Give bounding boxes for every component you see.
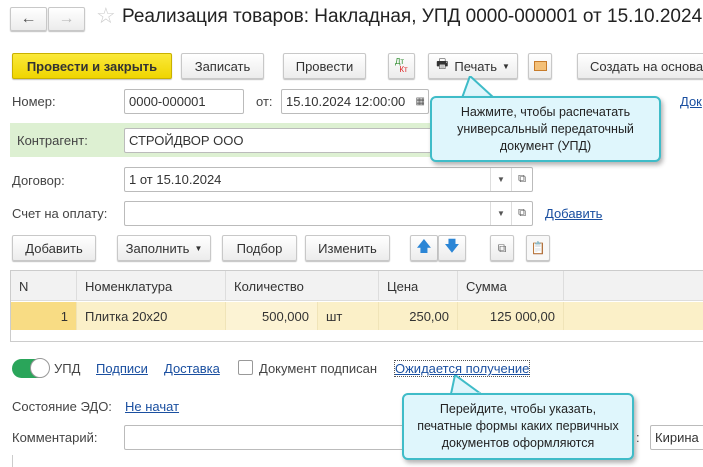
date-value: 15.10.2024 12:00:00 (286, 94, 406, 109)
column-header-sum[interactable]: Сумма (458, 271, 564, 301)
save-button[interactable]: Записать (181, 53, 264, 79)
printer-icon: 🖶 (436, 56, 449, 71)
responsible-field[interactable]: Кирина (650, 425, 703, 450)
table-row[interactable]: 1 Плитка 20x20 500,000 шт 250,00 125 000… (11, 302, 703, 330)
copy-icon: ⧉ (497, 240, 507, 255)
awaiting-tooltip-text: Перейдите, чтобы указать, печатные формы… (417, 402, 619, 450)
cell-unit: шт (318, 302, 379, 330)
edo-status-label: Состояние ЭДО: (12, 399, 112, 414)
column-header-price[interactable]: Цена (379, 271, 458, 301)
number-label: Номер: (12, 94, 56, 109)
copy-button[interactable]: ⧉ (490, 235, 514, 261)
arrow-left-icon: ← (20, 10, 37, 27)
dropdown-arrow-icon[interactable]: ▼ (490, 202, 511, 225)
cell-n: 1 (11, 302, 77, 330)
column-header-item[interactable]: Номенклатура (77, 271, 226, 301)
contract-value: 1 от 15.10.2024 (129, 172, 222, 187)
move-up-button[interactable]: 🡅 (410, 235, 438, 261)
email-button[interactable] (528, 53, 552, 79)
contract-field[interactable]: 1 от 15.10.2024 ▼ ⧉ (124, 167, 533, 192)
favorite-star-icon[interactable]: ☆ (96, 3, 116, 29)
print-tooltip: Нажмите, чтобы распечатать универсальный… (430, 96, 661, 162)
calendar-icon[interactable]: ▦ (416, 96, 425, 107)
edit-button[interactable]: Изменить (305, 235, 390, 261)
dropdown-arrow-icon[interactable]: ▼ (490, 168, 511, 191)
comment-field[interactable] (124, 425, 424, 450)
tooltip-pointer (449, 375, 485, 395)
fill-button[interactable]: Заполнить ▼ (117, 235, 211, 261)
signed-checkbox[interactable] (238, 360, 253, 375)
counterparty-field[interactable]: СТРОЙДВОР ООО (124, 128, 444, 153)
pick-button[interactable]: Подбор (222, 235, 297, 261)
open-icon[interactable]: ⧉ (511, 202, 532, 225)
date-label: от: (256, 94, 273, 109)
column-header-quantity[interactable]: Количество (226, 271, 379, 301)
arrow-down-icon: 🡇 (444, 237, 460, 255)
paste-button[interactable]: 📋 (526, 235, 550, 261)
edo-status-link[interactable]: Не начат (125, 399, 179, 414)
invoice-add-link[interactable]: Добавить (545, 206, 602, 221)
upd-toggle[interactable] (12, 358, 50, 378)
table-header: N Номенклатура Количество Цена Сумма (11, 271, 703, 301)
invoice-label: Счет на оплату: (12, 206, 108, 221)
delivery-link[interactable]: Доставка (164, 361, 220, 376)
page-title: Реализация товаров: Накладная, УПД 0000-… (122, 6, 703, 27)
arrow-up-icon: 🡅 (416, 237, 432, 255)
responsible-colon: : (636, 430, 640, 445)
print-tooltip-text: Нажмите, чтобы распечатать универсальный… (457, 104, 634, 153)
dt-kt-button[interactable]: Дт Кт (388, 53, 415, 79)
cell-price: 250,00 (379, 302, 458, 330)
column-header-n[interactable]: N (11, 271, 77, 301)
envelope-icon (533, 61, 547, 71)
cell-item: Плитка 20x20 (77, 302, 226, 330)
signed-label: Документ подписан (259, 361, 378, 376)
chevron-down-icon: ▼ (194, 243, 203, 253)
document-link[interactable]: Док (680, 94, 702, 109)
contract-label: Договор: (12, 173, 65, 188)
cell-quantity: 500,000 (226, 302, 318, 330)
post-and-close-button[interactable]: Провести и закрыть (12, 53, 172, 79)
comment-label: Комментарий: (12, 430, 98, 445)
add-row-button[interactable]: Добавить (12, 235, 96, 261)
chevron-down-icon: ▼ (501, 61, 510, 71)
awaiting-receipt-link[interactable]: Ожидается получение (393, 360, 531, 377)
kt-label: Кт (399, 65, 408, 74)
divider (12, 455, 13, 467)
open-icon[interactable]: ⧉ (511, 168, 532, 191)
back-button[interactable]: ← (10, 7, 47, 31)
post-button[interactable]: Провести (283, 53, 366, 79)
print-label: Печать (454, 58, 497, 74)
move-down-button[interactable]: 🡇 (438, 235, 466, 261)
forward-button[interactable]: → (48, 7, 85, 31)
date-field[interactable]: 15.10.2024 12:00:00 ▦ (281, 89, 429, 114)
invoice-field[interactable]: ▼ ⧉ (124, 201, 533, 226)
signatures-link[interactable]: Подписи (96, 361, 148, 376)
goods-table: N Номенклатура Количество Цена Сумма 1 П… (10, 270, 703, 342)
number-field[interactable]: 0000-000001 (124, 89, 244, 114)
counterparty-label: Контрагент: (17, 133, 88, 148)
paste-icon: 📋 (530, 241, 546, 255)
toggle-knob (30, 358, 50, 378)
awaiting-tooltip: Перейдите, чтобы указать, печатные формы… (402, 393, 634, 460)
create-based-on-button[interactable]: Создать на основании (577, 53, 703, 79)
cell-sum: 125 000,00 (458, 302, 564, 330)
upd-label: УПД (54, 361, 81, 376)
fill-label: Заполнить (125, 240, 190, 256)
arrow-right-icon: → (58, 10, 75, 27)
